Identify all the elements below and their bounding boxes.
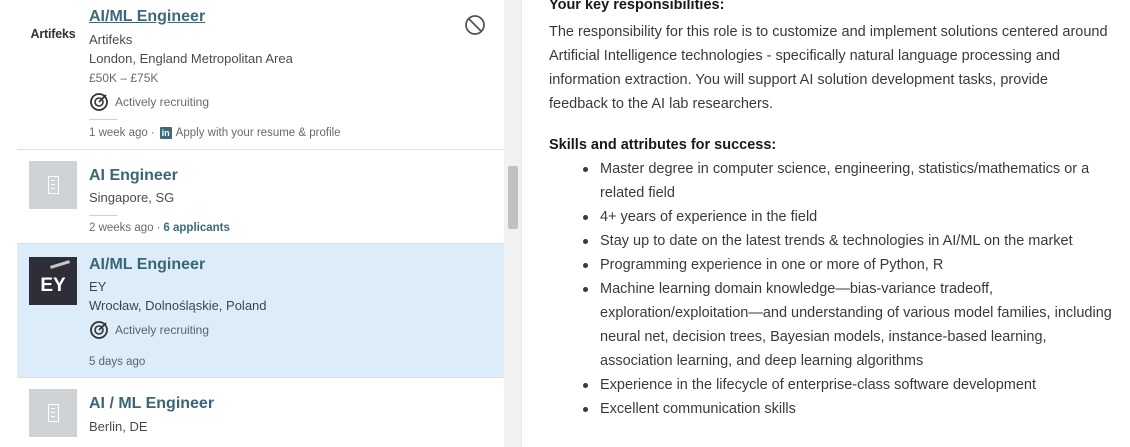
pane-divider bbox=[521, 0, 522, 447]
linkedin-icon: in bbox=[159, 127, 172, 139]
left-gutter bbox=[0, 0, 17, 447]
meta-dot: · bbox=[156, 222, 161, 234]
posted-time: 1 week ago bbox=[89, 127, 148, 139]
company-logo-placeholder bbox=[29, 389, 77, 437]
job-title-link[interactable]: AI/ML Engineer bbox=[89, 8, 205, 26]
block-icon[interactable] bbox=[464, 14, 486, 36]
skills-heading: Skills and attributes for success: bbox=[549, 137, 777, 153]
skill-item: Programming experience in one or more of… bbox=[549, 253, 1119, 277]
job-card-artifeks[interactable]: Artifeks AI/ML Engineer Artifeks London,… bbox=[17, 0, 504, 150]
company-logo-ey: EY bbox=[29, 257, 77, 305]
recruiting-target-icon bbox=[90, 93, 108, 111]
meta-dot: · bbox=[150, 127, 155, 139]
apply-text: Apply with your resume & profile bbox=[175, 127, 341, 139]
job-location: London, England Metropolitan Area bbox=[89, 51, 293, 66]
job-title-link[interactable]: AI Engineer bbox=[89, 167, 178, 185]
skill-item: Stay up to date on the latest trends & t… bbox=[549, 229, 1119, 253]
company-name: Artifeks bbox=[89, 32, 133, 47]
skill-item: Machine learning domain knowledge—bias-v… bbox=[549, 277, 1119, 373]
recruiting-target-icon bbox=[90, 321, 108, 339]
job-title-link[interactable]: AI/ML Engineer bbox=[89, 256, 205, 274]
skill-item: Experience in the lifecycle of enterpris… bbox=[549, 373, 1119, 397]
recruiting-badge: Actively recruiting bbox=[89, 320, 209, 340]
card-separator bbox=[89, 119, 117, 120]
company-logo-artifeks: Artifeks bbox=[30, 27, 76, 41]
job-location: Wrocław, Dolnośląskie, Poland bbox=[89, 298, 267, 313]
building-icon bbox=[47, 176, 59, 194]
job-meta: 2 weeks ago · 6 applicants bbox=[89, 222, 230, 234]
job-location: Berlin, DE bbox=[89, 419, 148, 434]
responsibilities-heading: Your key responsibilities: bbox=[549, 0, 725, 13]
posted-time: 5 days ago bbox=[89, 356, 146, 368]
skills-list: Master degree in computer science, engin… bbox=[549, 157, 1119, 421]
job-meta: 5 days ago bbox=[89, 356, 145, 368]
ey-logo-slash bbox=[49, 260, 71, 269]
skill-item: Excellent communication skills bbox=[549, 397, 1119, 421]
responsibilities-text: The responsibility for this role is to c… bbox=[549, 24, 1108, 112]
posted-time: 2 weeks ago bbox=[89, 222, 154, 234]
scrollbar-thumb[interactable] bbox=[508, 166, 518, 229]
recruiting-badge: Actively recruiting bbox=[89, 92, 209, 112]
applicant-count: 6 applicants bbox=[163, 222, 230, 234]
job-salary: £50K – £75K bbox=[89, 71, 159, 85]
company-name: EY bbox=[89, 279, 107, 294]
job-title-link[interactable]: AI / ML Engineer bbox=[89, 395, 214, 413]
card-separator bbox=[89, 215, 117, 216]
skill-item: Master degree in computer science, engin… bbox=[549, 157, 1119, 205]
company-logo-placeholder bbox=[29, 161, 77, 209]
job-location: Singapore, SG bbox=[89, 190, 175, 205]
job-card-ai-ml-engineer-berlin[interactable]: AI / ML Engineer Berlin, DE bbox=[17, 378, 504, 447]
job-list-pane: Artifeks AI/ML Engineer Artifeks London,… bbox=[17, 0, 504, 447]
skill-item: 4+ years of experience in the field bbox=[549, 205, 1119, 229]
job-meta: 1 week ago · in Apply with your resume &… bbox=[89, 127, 341, 139]
building-icon bbox=[47, 404, 59, 422]
job-card-ai-engineer[interactable]: AI Engineer Singapore, SG 2 weeks ago · … bbox=[17, 150, 504, 244]
recruiting-text: Actively recruiting bbox=[115, 95, 210, 109]
recruiting-text: Actively recruiting bbox=[115, 323, 210, 337]
job-card-ey-selected[interactable]: EY AI/ML Engineer EY Wrocław, Dolnośląsk… bbox=[17, 244, 504, 378]
